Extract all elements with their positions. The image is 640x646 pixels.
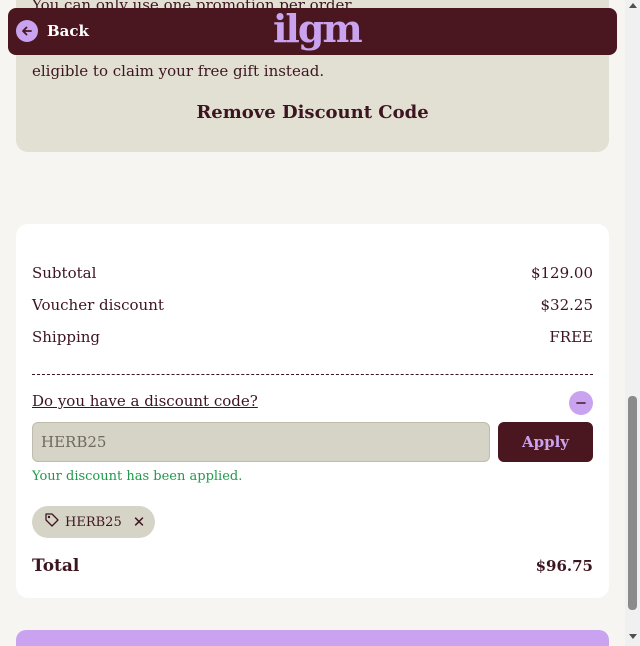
voucher-discount-row: Voucher discount $32.25 — [32, 296, 593, 314]
back-label: Back — [47, 22, 89, 40]
vertical-scrollbar[interactable] — [625, 0, 640, 646]
shipping-label: Shipping — [32, 328, 100, 346]
back-button[interactable]: Back — [16, 20, 89, 42]
total-value: $96.75 — [535, 557, 593, 575]
shipping-row: Shipping FREE — [32, 328, 593, 346]
order-summary-card: Subtotal $129.00 Voucher discount $32.25… — [16, 224, 609, 598]
remove-discount-code-button[interactable]: Remove Discount Code — [16, 102, 609, 123]
chip-code-label: HERB25 — [65, 514, 122, 530]
discount-applied-message: Your discount has been applied. — [32, 469, 243, 484]
ilgm-logo[interactable]: ilgm — [273, 10, 363, 48]
tag-icon — [44, 512, 60, 532]
remove-code-close-icon[interactable]: ✕ — [133, 514, 146, 530]
scroll-up-arrow-icon[interactable] — [629, 3, 637, 8]
voucher-discount-value: $32.25 — [540, 296, 594, 314]
proceed-to-payment-button[interactable]: Proceed to payment — [16, 630, 609, 646]
top-bar: Back ilgm — [8, 8, 617, 55]
scroll-down-arrow-icon[interactable] — [629, 634, 637, 639]
discount-code-input[interactable] — [32, 422, 490, 462]
subtotal-row: Subtotal $129.00 — [32, 264, 593, 282]
subtotal-value: $129.00 — [530, 264, 593, 282]
notice-text-line2: eligible to claim your free gift instead… — [32, 62, 325, 80]
dashed-divider — [32, 374, 593, 375]
applied-code-chip: HERB25 ✕ — [32, 506, 156, 538]
voucher-discount-label: Voucher discount — [32, 296, 164, 314]
arrow-left-icon — [16, 20, 38, 42]
discount-code-toggle-link[interactable]: Do you have a discount code? — [32, 392, 258, 410]
shipping-value: FREE — [549, 328, 593, 346]
subtotal-label: Subtotal — [32, 264, 97, 282]
scrollbar-thumb[interactable] — [628, 396, 637, 610]
total-label: Total — [32, 556, 80, 576]
total-row: Total $96.75 — [32, 556, 593, 576]
minus-icon — [576, 402, 586, 404]
collapse-discount-button[interactable] — [569, 391, 593, 415]
apply-button[interactable]: Apply — [498, 422, 593, 462]
